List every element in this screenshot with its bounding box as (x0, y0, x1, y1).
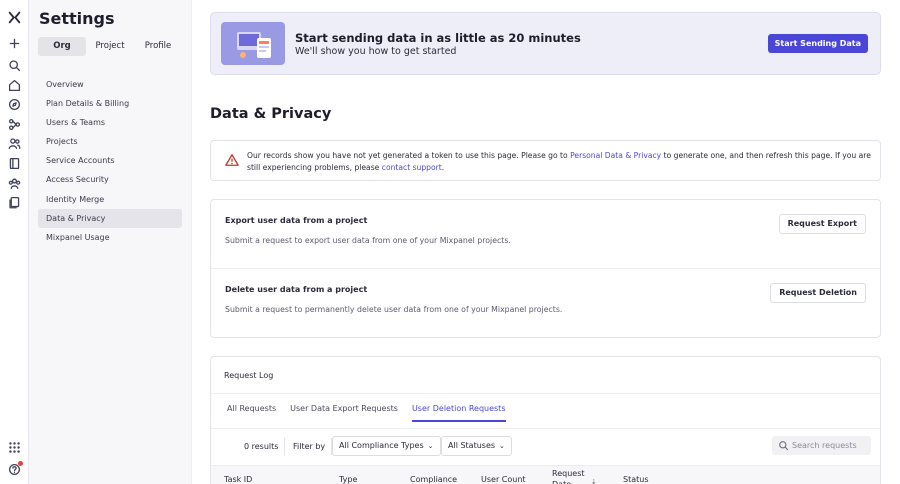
settings-title: Settings (39, 9, 115, 28)
divider (284, 438, 285, 455)
compliance-type-value: All Compliance Types (339, 441, 424, 450)
notification-dot (18, 461, 23, 466)
settings-nav: Overview Plan Details & Billing Users & … (38, 75, 182, 247)
compass-icon[interactable] (7, 97, 22, 112)
chevron-down-icon: ⌄ (427, 442, 434, 450)
sidebar-item-users-teams[interactable]: Users & Teams (38, 113, 182, 132)
alert-text: Our records show you have not yet genera… (247, 150, 873, 174)
pages-icon[interactable] (7, 195, 22, 210)
compliance-type-dropdown[interactable]: All Compliance Types ⌄ (332, 436, 441, 456)
sidebar-item-plan-billing[interactable]: Plan Details & Billing (38, 94, 182, 113)
flow-icon[interactable] (7, 117, 22, 132)
request-export-button[interactable]: Request Export (778, 214, 866, 234)
chevron-down-icon: ⌄ (499, 442, 505, 450)
home-icon[interactable] (7, 78, 22, 93)
personal-data-privacy-link[interactable]: Personal Data & Privacy (570, 151, 661, 160)
plus-icon[interactable] (7, 36, 22, 51)
token-warning-alert: Our records show you have not yet genera… (210, 140, 881, 181)
data-requests-card: Export user data from a project Submit a… (210, 199, 881, 338)
sidebar-item-projects[interactable]: Projects (38, 132, 182, 151)
page-title: Data & Privacy (210, 106, 332, 122)
column-task-id[interactable]: Task ID (224, 474, 252, 484)
search-icon[interactable] (7, 58, 22, 73)
tab-user-deletion-requests[interactable]: User Deletion Requests (411, 404, 506, 422)
deletion-description: Submit a request to permanently delete u… (225, 305, 563, 314)
status-dropdown[interactable]: All Statuses ⌄ (441, 436, 512, 456)
request-log-title: Request Log (224, 371, 274, 380)
group-icon[interactable] (7, 176, 22, 191)
book-icon[interactable] (7, 156, 22, 171)
help-icon[interactable] (7, 461, 23, 477)
column-request-date[interactable]: Request Date (552, 468, 586, 484)
export-description: Submit a request to export user data fro… (225, 236, 511, 245)
alert-text-part: . (441, 163, 445, 172)
search-requests-input[interactable] (792, 436, 868, 455)
sidebar-item-mixpanel-usage[interactable]: Mixpanel Usage (38, 228, 182, 247)
status-value: All Statuses (448, 441, 496, 450)
column-user-count[interactable]: User Count (481, 474, 526, 484)
request-log-tabs: All Requests User Data Export Requests U… (227, 404, 520, 422)
start-sending-data-button[interactable]: Start Sending Data (767, 34, 868, 53)
sidebar-item-access-security[interactable]: Access Security (38, 170, 182, 189)
banner-subtitle: We'll show you how to get started (295, 46, 457, 57)
column-compliance[interactable]: Compliance (410, 474, 457, 484)
tab-all-requests[interactable]: All Requests (227, 404, 276, 422)
warning-icon (225, 154, 239, 166)
sidebar-item-identity-merge[interactable]: Identity Merge (38, 190, 182, 209)
banner-title: Start sending data in as little as 20 mi… (295, 31, 581, 45)
main-content: Start sending data in as little as 20 mi… (192, 0, 900, 484)
filter-bar: 0 results Filter by All Compliance Types… (211, 436, 880, 458)
icon-rail (0, 0, 29, 484)
tab-project[interactable]: Project (86, 37, 134, 56)
sort-icon[interactable]: ⇣ (591, 478, 597, 484)
sidebar-item-overview[interactable]: Overview (38, 75, 182, 94)
divider (211, 268, 880, 269)
search-icon (779, 441, 789, 451)
table-header: Task ID Type Compliance User Count Reque… (211, 465, 880, 484)
contact-support-link[interactable]: contact support (382, 163, 442, 172)
deletion-heading: Delete user data from a project (225, 285, 368, 294)
sidebar-item-service-accounts[interactable]: Service Accounts (38, 151, 182, 170)
settings-scope-tabs: Org Project Profile (38, 37, 182, 56)
filter-by-label: Filter by (293, 442, 326, 451)
onboarding-banner: Start sending data in as little as 20 mi… (210, 12, 881, 75)
sidebar-item-data-privacy[interactable]: Data & Privacy (38, 208, 182, 228)
column-type[interactable]: Type (339, 474, 357, 484)
alert-text-part: Our records show you have not yet genera… (247, 151, 571, 160)
users-icon[interactable] (7, 136, 22, 151)
search-box (772, 436, 871, 455)
request-deletion-button[interactable]: Request Deletion (770, 283, 866, 303)
settings-sidebar: Settings Org Project Profile Overview Pl… (29, 0, 192, 484)
tab-org[interactable]: Org (38, 37, 86, 56)
tab-profile[interactable]: Profile (134, 37, 182, 56)
request-log-panel: Request Log All Requests User Data Expor… (210, 356, 881, 484)
divider (211, 393, 880, 394)
column-status[interactable]: Status (623, 474, 649, 484)
export-heading: Export user data from a project (225, 216, 368, 225)
banner-illustration (221, 22, 285, 65)
divider (211, 428, 880, 429)
logo-icon[interactable] (7, 10, 22, 25)
tab-user-data-export-requests[interactable]: User Data Export Requests (290, 404, 398, 422)
results-count: 0 results (244, 442, 279, 451)
grid-icon[interactable] (7, 440, 22, 455)
